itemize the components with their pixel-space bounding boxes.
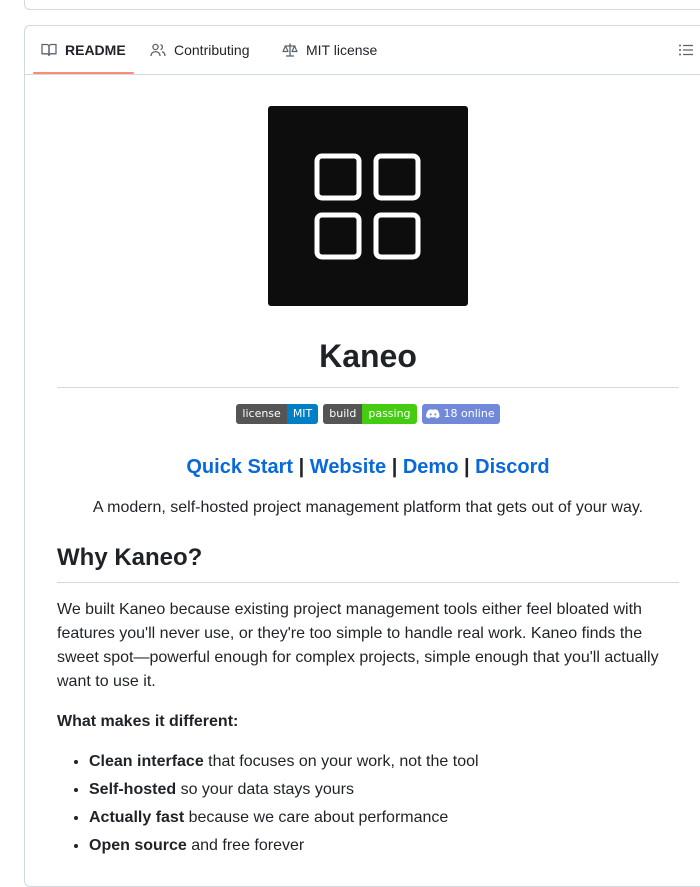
readme-title: Kaneo xyxy=(319,338,417,374)
tab-license-label: MIT license xyxy=(306,42,378,58)
feature-description: because we care about performance xyxy=(184,809,449,826)
book-icon xyxy=(41,43,57,57)
link-separator: | xyxy=(391,456,398,478)
feature-description: that focuses on your work, not the tool xyxy=(203,753,479,770)
table-of-contents-button[interactable] xyxy=(678,42,694,63)
discord-icon xyxy=(425,408,440,418)
active-tab-indicator xyxy=(33,72,134,74)
section-divider xyxy=(57,582,679,583)
feature-name: Clean interface xyxy=(89,753,204,770)
build-badge[interactable]: build passing xyxy=(323,404,417,424)
list-item: Actually fast because we care about perf… xyxy=(89,806,479,830)
kaneo-grid-logo-icon xyxy=(314,153,421,260)
people-icon xyxy=(150,43,166,57)
quick-links: Quick Start | Website | Demo | Discord xyxy=(57,455,679,479)
tab-contributing-label: Contributing xyxy=(174,42,250,58)
list-item: Clean interface that focuses on your wor… xyxy=(89,750,479,774)
title-divider xyxy=(57,387,679,388)
previous-card xyxy=(24,0,700,10)
demo-link[interactable]: Demo xyxy=(403,456,459,478)
discord-badge-value: 18 online xyxy=(443,407,495,420)
license-badge-label: license xyxy=(236,404,287,424)
tab-readme-label: README xyxy=(65,42,126,58)
features-heading: What makes it different: xyxy=(57,713,239,730)
tagline: A modern, self-hosted project management… xyxy=(92,499,644,516)
law-icon xyxy=(282,43,298,57)
section-heading: Why Kaneo? xyxy=(57,544,203,571)
tab-contributing[interactable]: Contributing xyxy=(150,26,250,74)
website-link[interactable]: Website xyxy=(310,456,386,478)
intro-paragraph: We built Kaneo because existing project … xyxy=(57,601,659,690)
readme-container: README Contributing MIT license Kaneo li… xyxy=(24,25,700,887)
quick-start-link[interactable]: Quick Start xyxy=(186,456,293,478)
features-list: Clean interface that focuses on your wor… xyxy=(57,750,479,862)
feature-name: Actually fast xyxy=(89,809,185,826)
badges-row: license MIT build passing 18 online xyxy=(57,404,679,424)
feature-name: Self-hosted xyxy=(89,781,177,798)
readme-tabs: README Contributing MIT license xyxy=(25,26,700,75)
kaneo-logo xyxy=(268,106,468,306)
discord-badge[interactable]: 18 online xyxy=(421,404,500,424)
feature-name: Open source xyxy=(89,837,187,854)
discord-link[interactable]: Discord xyxy=(475,456,549,478)
list-item: Open source and free forever xyxy=(89,834,479,858)
build-badge-value: passing xyxy=(362,404,417,424)
license-badge-value: MIT xyxy=(286,404,319,424)
feature-description: so your data stays yours xyxy=(176,781,354,798)
feature-description: and free forever xyxy=(186,837,305,854)
list-item: Self-hosted so your data stays yours xyxy=(89,778,479,802)
link-separator: | xyxy=(298,456,305,478)
tab-readme[interactable]: README xyxy=(41,26,126,74)
tab-license[interactable]: MIT license xyxy=(282,26,377,74)
license-badge[interactable]: license MIT xyxy=(236,404,319,424)
link-separator: | xyxy=(464,456,470,478)
build-badge-label: build xyxy=(323,404,363,424)
list-unordered-icon xyxy=(679,44,693,56)
